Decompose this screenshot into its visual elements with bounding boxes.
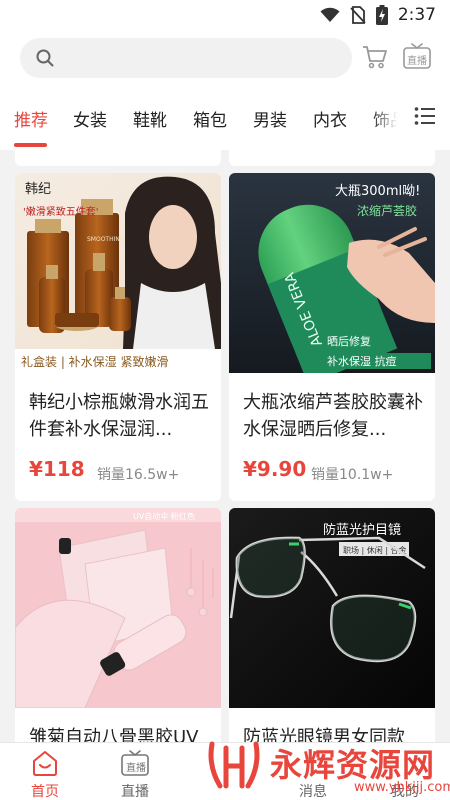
tab-womens[interactable]: 女装 <box>73 106 107 131</box>
image-brand: 韩纪 <box>25 182 51 197</box>
nav-label-live: 直播 <box>121 784 149 800</box>
live-badge: 直播 <box>407 56 427 67</box>
product-sales: 销量16.5w+ <box>97 467 180 483</box>
product-price: ¥118 <box>29 457 85 481</box>
product-image-glasses: 防蓝光护目镜 职场 | 休闲 | 合金 <box>229 508 435 708</box>
list-menu-icon[interactable] <box>414 106 436 126</box>
active-tab-underline <box>14 143 47 147</box>
image-subline: 浓缩芦荟胶 <box>357 203 417 218</box>
image-bottom-text-1: 晒后修复 <box>327 334 371 348</box>
product-card[interactable]: ALOE VERA 大瓶300ml呦! 浓缩芦荟胶 晒后修复 补水保湿 抗痘 大… <box>229 173 435 501</box>
cart-icon[interactable] <box>362 44 388 70</box>
product-feed[interactable]: SMOOTHING 韩纪 '嫩滑紧致五件套' 礼盒装 | 补水保湿 紧致嫩滑 韩… <box>0 150 450 742</box>
product-card[interactable]: SMOOTHING 韩纪 '嫩滑紧致五件套' 礼盒装 | 补水保湿 紧致嫩滑 韩… <box>15 173 221 501</box>
product-title[interactable]: 大瓶浓缩芦荟胶胶囊补水保湿晒后修复... <box>243 389 423 443</box>
search-icon <box>36 49 54 67</box>
live-tv-button[interactable]: 直播 <box>402 43 432 71</box>
home-icon <box>33 751 57 776</box>
image-tag: '嫩滑紧致五件套' <box>23 205 99 218</box>
product-image-umbrella: UV自动伞·粉红色 <box>15 508 221 708</box>
search-input[interactable] <box>64 38 344 78</box>
tab-mens[interactable]: 男装 <box>253 106 287 131</box>
product-image-aloe-gel: ALOE VERA 大瓶300ml呦! 浓缩芦荟胶 晒后修复 补水保湿 抗痘 <box>229 173 435 373</box>
previous-card-bottom <box>15 150 221 166</box>
product-sales: 销量10.1w+ <box>311 467 394 483</box>
previous-card-bottom <box>229 150 435 166</box>
tabs-fade <box>372 90 408 150</box>
image-bottom-text-2: 补水保湿 抗痘 <box>327 354 397 368</box>
image-corner-text: UV自动伞·粉红色 <box>133 511 195 521</box>
nav-label-home: 首页 <box>31 784 59 800</box>
category-tabs: 推荐 女装 鞋靴 箱包 男装 内衣 饰品 <box>0 90 450 150</box>
watermark-logo <box>208 741 260 789</box>
product-card[interactable]: UV自动伞·粉红色 雏菊自动八骨黑胶UV <box>15 508 221 742</box>
wifi-icon <box>320 7 340 22</box>
search-box[interactable] <box>20 38 352 78</box>
tab-underwear[interactable]: 内衣 <box>313 106 347 131</box>
status-time: 2:37 <box>397 5 436 25</box>
product-title[interactable]: 韩纪小棕瓶嫩滑水润五件套补水保湿润... <box>29 389 209 443</box>
image-headline: 防蓝光护目镜 <box>323 522 401 538</box>
nav-live-badge: 直播 <box>126 763 146 774</box>
image-headline: 大瓶300ml呦! <box>335 184 420 199</box>
header: 直播 <box>0 30 450 90</box>
product-image-skincare-set: SMOOTHING 韩纪 '嫩滑紧致五件套' 礼盒装 | 补水保湿 紧致嫩滑 <box>15 173 221 373</box>
image-bottom-text: 礼盒装 | 补水保湿 紧致嫩滑 <box>21 354 169 369</box>
watermark-url: www.yhkjjj.com <box>354 780 450 795</box>
tab-shoes[interactable]: 鞋靴 <box>133 106 167 131</box>
nav-item-live[interactable]: 直播 直播 <box>90 743 180 800</box>
no-sim-icon <box>350 6 366 24</box>
battery-charging-icon <box>375 5 388 25</box>
product-price: ¥9.90 <box>243 457 307 481</box>
status-icons: 2:37 <box>320 5 436 25</box>
status-bar: 2:37 <box>0 0 450 30</box>
watermark: 永辉资源网 www.yhkjjj.com <box>204 734 450 800</box>
tab-recommend[interactable]: 推荐 <box>14 106 48 131</box>
product-card[interactable]: 防蓝光护目镜 职场 | 休闲 | 合金 防蓝光眼镜男女同款 <box>229 508 435 742</box>
tab-bags[interactable]: 箱包 <box>193 106 227 131</box>
product-title[interactable]: 雏菊自动八骨黑胶UV <box>29 724 209 742</box>
bottle-label: SMOOTHING <box>87 236 125 243</box>
nav-item-home[interactable]: 首页 <box>0 743 90 800</box>
